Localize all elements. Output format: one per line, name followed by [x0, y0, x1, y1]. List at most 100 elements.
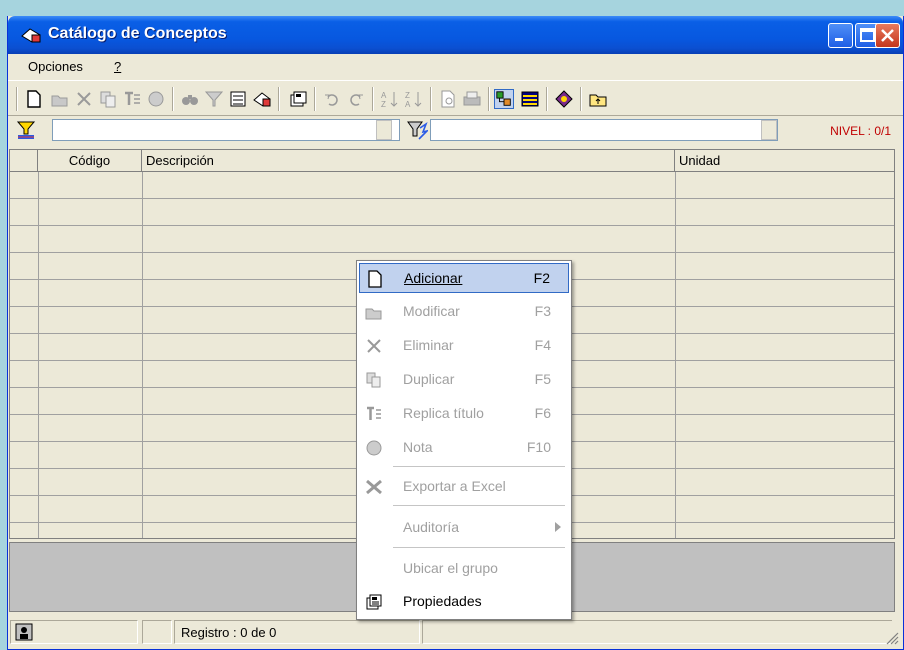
print-preview-icon[interactable] — [438, 89, 458, 109]
menu-item-eliminar[interactable]: Eliminar F4 — [359, 331, 569, 361]
menu-item-shortcut: F5 — [534, 371, 551, 387]
filter-funnel-icon[interactable] — [16, 120, 36, 140]
duplicate-icon — [366, 372, 381, 388]
toolbar-separator — [372, 87, 374, 111]
menu-separator — [393, 547, 565, 548]
toolbar-separator — [580, 87, 582, 111]
resize-grip-icon[interactable] — [885, 631, 899, 645]
new-doc-icon[interactable] — [24, 89, 44, 109]
note-icon — [366, 440, 382, 456]
table-row[interactable] — [10, 172, 894, 199]
menu-item-duplicar[interactable]: Duplicar F5 — [359, 365, 569, 395]
menu-item-label: Eliminar — [403, 337, 454, 353]
book-icon[interactable] — [554, 89, 574, 109]
toolbar-separator — [430, 87, 432, 111]
catalog-icon[interactable] — [252, 89, 272, 109]
svg-text:A: A — [381, 91, 387, 100]
column-header-codigo[interactable]: Código — [38, 150, 142, 172]
toolbar-separator — [546, 87, 548, 111]
menu-item-ubicar-grupo[interactable]: Ubicar el grupo — [359, 554, 569, 584]
app-icon — [21, 28, 41, 43]
menu-item-label: Duplicar — [403, 371, 455, 387]
svg-text:A: A — [405, 100, 411, 109]
delete-x-icon[interactable] — [74, 89, 94, 109]
status-empty-cell — [142, 620, 172, 644]
toolbar-separator — [172, 87, 174, 111]
menu-item-shortcut: F6 — [534, 405, 551, 421]
replicate-title-icon — [367, 406, 381, 420]
toolbar-separator — [278, 87, 280, 111]
grid-view-icon[interactable] — [520, 89, 540, 109]
new-doc-icon — [368, 270, 382, 288]
menu-item-label: Ubicar el grupo — [403, 560, 498, 576]
menu-item-label: Propiedades — [403, 593, 482, 609]
filter-input-right[interactable] — [430, 119, 778, 141]
status-bar: Registro : 0 de 0 — [8, 616, 903, 649]
grid-header: Código Descripción Unidad — [10, 150, 894, 172]
toolbar-separator — [314, 87, 316, 111]
sort-asc-icon[interactable]: AZ — [380, 89, 400, 109]
menu-help[interactable]: ? — [114, 59, 121, 74]
menu-item-label: Adicionar — [404, 270, 463, 286]
menu-item-adicionar[interactable]: Adicionar F2 — [359, 263, 569, 293]
menu-item-propiedades[interactable]: Propiedades — [359, 587, 569, 617]
menu-item-shortcut: F10 — [526, 439, 551, 455]
menu-opciones[interactable]: Opciones — [28, 59, 83, 74]
tree-view-icon[interactable] — [494, 89, 514, 109]
open-folder-icon — [365, 308, 382, 320]
filter-icon[interactable] — [204, 89, 224, 109]
menu-item-shortcut: F4 — [534, 337, 551, 353]
properties-icon[interactable] — [288, 89, 308, 109]
menu-item-nota[interactable]: Nota F10 — [359, 433, 569, 463]
filter-bar: NIVEL : 0/1 — [8, 116, 903, 146]
menu-item-label: Exportar a Excel — [403, 478, 506, 494]
menu-item-modificar[interactable]: Modificar F3 — [359, 297, 569, 327]
menu-item-auditoria[interactable]: Auditoría — [359, 513, 569, 543]
svg-text:Z: Z — [405, 91, 410, 100]
menu-bar: Opciones ? — [8, 54, 903, 80]
note-icon[interactable] — [146, 89, 166, 109]
undo-icon[interactable] — [322, 89, 342, 109]
menu-item-label: Auditoría — [403, 519, 460, 535]
binoculars-icon[interactable] — [180, 89, 200, 109]
context-menu: Adicionar F2 Modificar F3 Eliminar F4 Du… — [356, 260, 572, 620]
menu-item-label: Replica título — [403, 405, 484, 421]
filter-spin-right[interactable] — [761, 120, 777, 140]
column-header-unidad[interactable]: Unidad — [675, 150, 894, 172]
minimize-button[interactable] — [828, 23, 853, 48]
status-registro: Registro : 0 de 0 — [174, 620, 420, 644]
close-icon — [881, 29, 894, 42]
menu-item-replica-titulo[interactable]: Replica título F6 — [359, 399, 569, 429]
print-group-icon[interactable] — [228, 89, 248, 109]
excel-icon — [366, 479, 382, 495]
menu-item-shortcut: F2 — [533, 270, 550, 286]
title-bar[interactable]: Catálogo de Conceptos — [8, 16, 903, 54]
svg-text:Z: Z — [381, 100, 386, 109]
menu-item-exportar-excel[interactable]: Exportar a Excel — [359, 472, 569, 502]
status-extra-cell — [422, 620, 892, 644]
printer-icon[interactable] — [462, 89, 482, 109]
nivel-label: NIVEL : 0/1 — [830, 124, 891, 138]
table-row[interactable] — [10, 226, 894, 253]
folder-up-icon[interactable] — [588, 89, 608, 109]
table-row[interactable] — [10, 199, 894, 226]
redo-icon[interactable] — [346, 89, 366, 109]
menu-item-label: Modificar — [403, 303, 460, 319]
duplicate-icon[interactable] — [98, 89, 118, 109]
minimize-icon — [835, 38, 843, 41]
close-button[interactable] — [875, 23, 900, 48]
filter-spin-left[interactable] — [376, 120, 392, 140]
column-header-descripcion[interactable]: Descripción — [142, 150, 675, 172]
replicate-title-icon[interactable] — [122, 89, 142, 109]
sort-desc-icon[interactable]: ZA — [404, 89, 424, 109]
toolbar-separator — [488, 87, 490, 111]
status-icon-cell — [10, 620, 138, 644]
row-selector-header — [10, 150, 38, 172]
open-folder-icon[interactable] — [50, 89, 70, 109]
catalog-window: Catálogo de Conceptos Opciones ? A Z Z A… — [7, 16, 904, 650]
filter-input-left[interactable] — [52, 119, 400, 141]
quick-filter-icon[interactable] — [406, 120, 428, 140]
submenu-arrow-icon — [555, 522, 561, 532]
menu-separator — [393, 505, 565, 506]
status-user-icon — [15, 623, 33, 641]
